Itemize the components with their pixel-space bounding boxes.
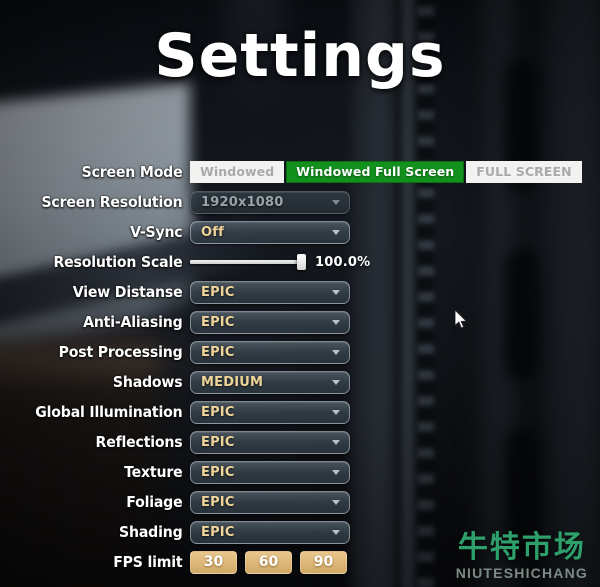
setting-row-shading: Shading EPIC (0, 517, 600, 547)
label-post-processing: Post Processing (58, 343, 183, 361)
slider-handle[interactable] (297, 254, 306, 270)
label-foliage: Foliage (126, 493, 183, 511)
setting-row-screen-mode: Screen Mode Windowed Windowed Full Scree… (0, 157, 600, 187)
label-texture: Texture (124, 463, 183, 481)
chevron-down-icon (332, 380, 340, 385)
dropdown-anti-aliasing-value: EPIC (201, 314, 235, 330)
setting-row-resolution-scale: Resolution Scale 100.0% (0, 247, 600, 277)
label-fps-limit: FPS limit (113, 553, 183, 571)
chevron-down-icon (332, 230, 340, 235)
label-resolution-scale: Resolution Scale (53, 253, 183, 271)
dropdown-reflections-value: EPIC (201, 434, 235, 450)
setting-row-anti-aliasing: Anti-Aliasing EPIC (0, 307, 600, 337)
settings-screen: Settings Screen Mode Windowed Windowed F… (0, 0, 600, 587)
chevron-down-icon (332, 470, 340, 475)
setting-row-view-distance: View Distanse EPIC (0, 277, 600, 307)
dropdown-post-processing-value: EPIC (201, 344, 235, 360)
dropdown-texture[interactable]: EPIC (190, 460, 350, 484)
chevron-down-icon (332, 440, 340, 445)
dropdown-shading-value: EPIC (201, 524, 235, 540)
label-global-illumination: Global Illumination (35, 403, 183, 421)
setting-row-post-processing: Post Processing EPIC (0, 337, 600, 367)
dropdown-texture-value: EPIC (201, 464, 235, 480)
dropdown-vsync-value: Off (201, 224, 224, 240)
chevron-down-icon (332, 350, 340, 355)
dropdown-global-illumination[interactable]: EPIC (190, 400, 350, 424)
settings-list: Screen Mode Windowed Windowed Full Scree… (0, 157, 600, 577)
setting-row-vsync: V-Sync Off (0, 217, 600, 247)
fps-limit-button-group: 30 60 90 (190, 550, 347, 574)
label-anti-aliasing: Anti-Aliasing (83, 313, 183, 331)
chevron-down-icon (332, 320, 340, 325)
fps-limit-option-30[interactable]: 30 (190, 550, 237, 574)
setting-row-global-illumination: Global Illumination EPIC (0, 397, 600, 427)
label-screen-resolution: Screen Resolution (41, 193, 183, 211)
label-shading: Shading (119, 523, 183, 541)
dropdown-shadows[interactable]: MEDIUM (190, 370, 350, 394)
dropdown-shadows-value: MEDIUM (201, 374, 264, 390)
fps-limit-option-90[interactable]: 90 (300, 550, 347, 574)
fps-limit-option-60[interactable]: 60 (245, 550, 292, 574)
dropdown-foliage-value: EPIC (201, 494, 235, 510)
page-title: Settings (154, 21, 446, 91)
dropdown-view-distance[interactable]: EPIC (190, 280, 350, 304)
dropdown-view-distance-value: EPIC (201, 284, 235, 300)
setting-row-shadows: Shadows MEDIUM (0, 367, 600, 397)
chevron-down-icon (332, 200, 340, 205)
dropdown-screen-resolution[interactable]: 1920x1080 (190, 190, 350, 214)
mouse-pointer-icon (455, 310, 468, 329)
dropdown-post-processing[interactable]: EPIC (190, 340, 350, 364)
dropdown-vsync[interactable]: Off (190, 220, 350, 244)
dropdown-global-illumination-value: EPIC (201, 404, 235, 420)
label-view-distance: View Distanse (72, 283, 183, 301)
screen-mode-option-windowed-full-screen[interactable]: Windowed Full Screen (286, 161, 465, 183)
dropdown-screen-resolution-value: 1920x1080 (201, 194, 284, 210)
slider-track[interactable] (190, 254, 306, 270)
dropdown-foliage[interactable]: EPIC (190, 490, 350, 514)
chevron-down-icon (332, 530, 340, 535)
resolution-scale-value: 100.0% (315, 254, 371, 270)
screen-mode-option-full-screen[interactable]: FULL SCREEN (466, 161, 582, 183)
label-shadows: Shadows (112, 373, 183, 391)
screen-mode-segmented-control: Windowed Windowed Full Screen FULL SCREE… (190, 161, 582, 183)
setting-row-screen-resolution: Screen Resolution 1920x1080 (0, 187, 600, 217)
setting-row-reflections: Reflections EPIC (0, 427, 600, 457)
chevron-down-icon (332, 410, 340, 415)
dropdown-anti-aliasing[interactable]: EPIC (190, 310, 350, 334)
label-vsync: V-Sync (130, 223, 183, 241)
setting-row-fps-limit: FPS limit 30 60 90 (0, 547, 600, 577)
setting-row-texture: Texture EPIC (0, 457, 600, 487)
setting-row-foliage: Foliage EPIC (0, 487, 600, 517)
dropdown-shading[interactable]: EPIC (190, 520, 350, 544)
screen-mode-option-windowed[interactable]: Windowed (190, 161, 285, 183)
resolution-scale-slider[interactable]: 100.0% (190, 254, 371, 270)
dropdown-reflections[interactable]: EPIC (190, 430, 350, 454)
label-screen-mode: Screen Mode (81, 163, 183, 181)
label-reflections: Reflections (95, 433, 183, 451)
chevron-down-icon (332, 290, 340, 295)
chevron-down-icon (332, 500, 340, 505)
